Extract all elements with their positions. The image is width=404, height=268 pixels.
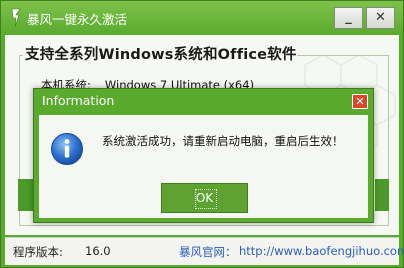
version-value: 16.0 (85, 244, 111, 258)
status-bar: 程序版本: 16.0 暴风官网： http://www.baofengjihuo… (5, 237, 404, 265)
close-button[interactable]: ✕ (366, 7, 395, 29)
dialog-message: 系统激活成功，请重新启动电脑，重启后生效！ (102, 134, 344, 148)
window-title: 暴风一键永久激活 (27, 12, 128, 27)
dialog-body: 系统激活成功，请重新启动电脑，重启后生效！ OK (39, 115, 368, 218)
dialog-title: Information (42, 93, 115, 108)
activate-button-edge-right[interactable] (375, 179, 389, 211)
version-label: 程序版本: (13, 245, 63, 259)
close-icon[interactable]: ✕ (352, 94, 368, 109)
app-lightning-icon (11, 8, 21, 28)
headline: 支持全系列Windows系统和Office软件 (25, 47, 297, 63)
website-label: 暴风官网： (179, 245, 237, 259)
info-icon (51, 133, 83, 165)
minimize-button[interactable]: _ (334, 7, 363, 29)
ok-button[interactable]: OK (161, 183, 248, 213)
information-dialog: Information ✕ 系统激活成功，请重新启动电脑，重启后生效！ OK (33, 88, 374, 223)
focus-rect (195, 189, 217, 209)
group-box-border-right (297, 55, 388, 56)
group-box-border-left (19, 55, 23, 56)
website-link[interactable]: http://www.baofengjihuo.com (239, 244, 404, 258)
title-bar[interactable]: 暴风一键永久激活 _ ✕ (1, 1, 403, 35)
